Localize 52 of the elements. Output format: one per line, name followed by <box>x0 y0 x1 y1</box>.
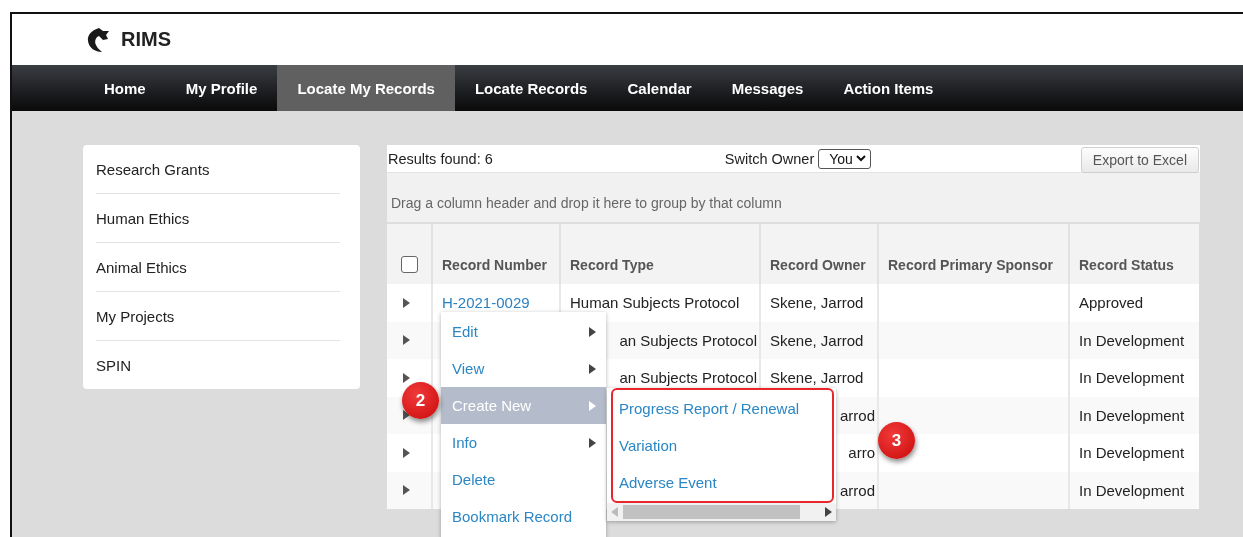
table-cell: In Development <box>1068 321 1199 359</box>
table-cell: Approved <box>1068 284 1199 322</box>
owner-select[interactable]: You <box>818 148 871 169</box>
record-link[interactable]: H-2021-0029 <box>442 294 530 312</box>
scroll-right-icon <box>824 507 832 517</box>
sidebar-item[interactable]: SPIN <box>96 341 340 389</box>
column-header[interactable]: Record Primary Sponsor <box>877 224 1068 284</box>
nav-tab[interactable]: Locate Records <box>454 65 608 111</box>
expand-icon <box>402 485 410 496</box>
sidebar-item[interactable]: Animal Ethics <box>96 243 340 292</box>
table-cell: In Development <box>1068 434 1199 472</box>
nav-tab[interactable]: Calendar <box>607 65 712 111</box>
select-all-checkbox[interactable] <box>401 256 418 273</box>
menu-item[interactable]: Info <box>441 424 606 461</box>
app-name: RIMS <box>121 28 171 51</box>
horizontal-scrollbar[interactable] <box>607 503 836 521</box>
menu-item[interactable]: Delete <box>441 461 606 498</box>
table-cell: Skene, Jarrod <box>759 284 877 322</box>
submenu-arrow-icon <box>588 326 596 337</box>
column-header[interactable]: Record Owner <box>759 224 877 284</box>
results-count: Results found: 6 <box>388 150 493 167</box>
group-hint: Drag a column header and drop it here to group by that column <box>391 195 782 211</box>
switch-owner-label: Switch Owner <box>724 150 815 167</box>
expand-icon <box>402 335 410 346</box>
expand-icon <box>402 447 410 458</box>
nav-tab[interactable]: Home <box>84 65 166 111</box>
submenu-arrow-icon <box>588 363 596 374</box>
nav-tab[interactable]: Action Items <box>823 65 954 111</box>
export-button[interactable]: Export to Excel <box>1080 146 1199 173</box>
sidebar-item[interactable]: Human Ethics <box>96 194 340 243</box>
submenu-arrow-icon <box>588 437 596 448</box>
chevron-down-icon <box>855 155 866 162</box>
table-cell: In Development <box>1068 396 1199 434</box>
menu-item[interactable]: Bookmark Record <box>441 498 606 535</box>
sidebar-item[interactable]: Research Grants <box>96 145 340 194</box>
expand-icon <box>402 410 410 421</box>
nav-tab[interactable]: Messages <box>711 65 824 111</box>
expand-icon <box>402 297 410 308</box>
scroll-left-icon <box>611 507 619 517</box>
table-cell: In Development <box>1068 471 1199 509</box>
column-header[interactable]: Record Type <box>559 224 759 284</box>
table-cell: In Development <box>1068 359 1199 397</box>
column-header[interactable]: Record Number <box>431 224 559 284</box>
nav-tab[interactable]: Locate My Records <box>277 65 455 111</box>
column-header[interactable]: Record Status <box>1068 224 1199 284</box>
scrollbar-thumb[interactable] <box>623 505 800 519</box>
sidebar-item[interactable]: My Projects <box>96 292 340 341</box>
expand-icon <box>402 372 410 383</box>
submenu-arrow-icon <box>588 400 596 411</box>
table-cell: Skene, Jarrod <box>759 321 877 359</box>
nav-tab[interactable]: My Profile <box>165 65 278 111</box>
table-cell: Human Subjects Protocol <box>559 284 759 322</box>
